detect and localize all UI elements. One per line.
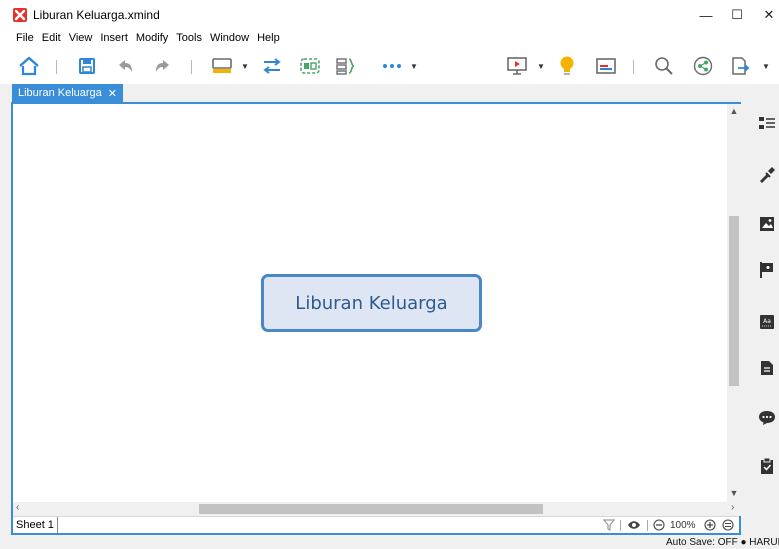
menu-window[interactable]: Window: [206, 30, 253, 48]
tab-liburan-keluarga[interactable]: Liburan Keluarga ✕: [12, 84, 124, 102]
eye-icon[interactable]: [627, 518, 641, 532]
status-text: Auto Save: OFF ● HARUM: [666, 537, 779, 548]
map-editor: Liburan Keluarga ▲ ▼ ‹ › Sheet 1 100%: [11, 102, 741, 535]
summary-icon[interactable]: [334, 54, 358, 78]
sheet-tab[interactable]: Sheet 1: [13, 517, 58, 533]
topic-dropdown-icon[interactable]: ▼: [241, 60, 249, 72]
export-icon[interactable]: [728, 54, 752, 78]
style-icon[interactable]: Aa: [757, 312, 777, 332]
filter-icon[interactable]: [603, 518, 615, 532]
menu-file[interactable]: File: [12, 30, 38, 48]
outline-icon[interactable]: [757, 114, 777, 134]
menu-edit[interactable]: Edit: [38, 30, 65, 48]
vertical-scroll-thumb[interactable]: [729, 216, 739, 386]
close-button[interactable]: ✕: [751, 2, 779, 28]
toolbar-separator: [191, 60, 192, 74]
search-icon[interactable]: [652, 54, 676, 78]
gantt-icon[interactable]: [594, 54, 618, 78]
tab-strip: Liburan Keluarga ✕: [0, 84, 740, 102]
presentation-icon[interactable]: [505, 54, 529, 78]
comments-icon[interactable]: [757, 408, 777, 428]
share-icon[interactable]: [691, 54, 715, 78]
redo-icon[interactable]: [150, 54, 174, 78]
brainstorm-icon[interactable]: [555, 54, 579, 78]
toolbar-separator: [633, 60, 634, 74]
status-bar: Auto Save: OFF ● HARUM: [0, 536, 779, 549]
image-icon[interactable]: [757, 214, 777, 234]
zoom-level: 100%: [670, 519, 696, 531]
title-bar: Liburan Keluarga.xmind — ☐ ✕: [0, 0, 779, 30]
tab-close-icon[interactable]: ✕: [108, 87, 117, 102]
svg-text:Aa: Aa: [763, 318, 771, 325]
horizontal-scrollbar[interactable]: ‹ ›: [13, 502, 741, 516]
task-icon[interactable]: [757, 456, 777, 476]
maximize-button[interactable]: ☐: [719, 2, 755, 28]
more-dropdown-icon[interactable]: ▼: [410, 60, 418, 72]
relationship-icon[interactable]: [260, 54, 284, 78]
home-icon[interactable]: [17, 54, 41, 78]
notes-icon[interactable]: [757, 358, 777, 378]
menu-view[interactable]: View: [65, 30, 97, 48]
fit-map-icon[interactable]: [722, 518, 734, 532]
format-icon[interactable]: [757, 164, 777, 184]
side-panel: Aa: [749, 102, 779, 535]
export-dropdown-icon[interactable]: ▼: [762, 60, 770, 72]
save-icon[interactable]: [75, 54, 99, 78]
scroll-up-icon[interactable]: ▲: [727, 106, 741, 118]
status-separator: [647, 520, 648, 531]
presentation-dropdown-icon[interactable]: ▼: [537, 60, 545, 72]
topic-icon[interactable]: [210, 54, 234, 78]
undo-icon[interactable]: [114, 54, 138, 78]
menu-modify[interactable]: Modify: [132, 30, 172, 48]
xmind-logo-icon: [13, 8, 27, 22]
toolbar: ▼ ▼ ▼ ▼: [0, 48, 779, 84]
menu-help[interactable]: Help: [253, 30, 284, 48]
menu-insert[interactable]: Insert: [96, 30, 132, 48]
central-topic[interactable]: Liburan Keluarga: [261, 274, 482, 332]
status-separator: [620, 520, 621, 531]
menu-bar: File Edit View Insert Modify Tools Windo…: [0, 30, 779, 48]
scroll-left-icon[interactable]: ‹: [16, 502, 28, 516]
tab-label: Liburan Keluarga: [18, 87, 102, 99]
scroll-down-icon[interactable]: ▼: [727, 488, 741, 500]
marker-icon[interactable]: [757, 260, 777, 280]
zoom-out-icon[interactable]: [653, 518, 665, 532]
central-topic-label: Liburan Keluarga: [295, 292, 448, 314]
vertical-scrollbar[interactable]: ▲ ▼: [727, 104, 741, 502]
sheet-bar: Sheet 1 100%: [13, 516, 739, 533]
more-icon[interactable]: [380, 54, 404, 78]
menu-tools[interactable]: Tools: [172, 30, 206, 48]
map-canvas[interactable]: Liburan Keluarga: [13, 104, 727, 502]
scroll-right-icon[interactable]: ›: [731, 502, 741, 516]
toolbar-separator: [56, 60, 57, 74]
horizontal-scroll-thumb[interactable]: [199, 504, 543, 514]
zoom-in-icon[interactable]: [704, 518, 716, 532]
boundary-icon[interactable]: [298, 54, 322, 78]
window-title: Liburan Keluarga.xmind: [33, 8, 160, 22]
